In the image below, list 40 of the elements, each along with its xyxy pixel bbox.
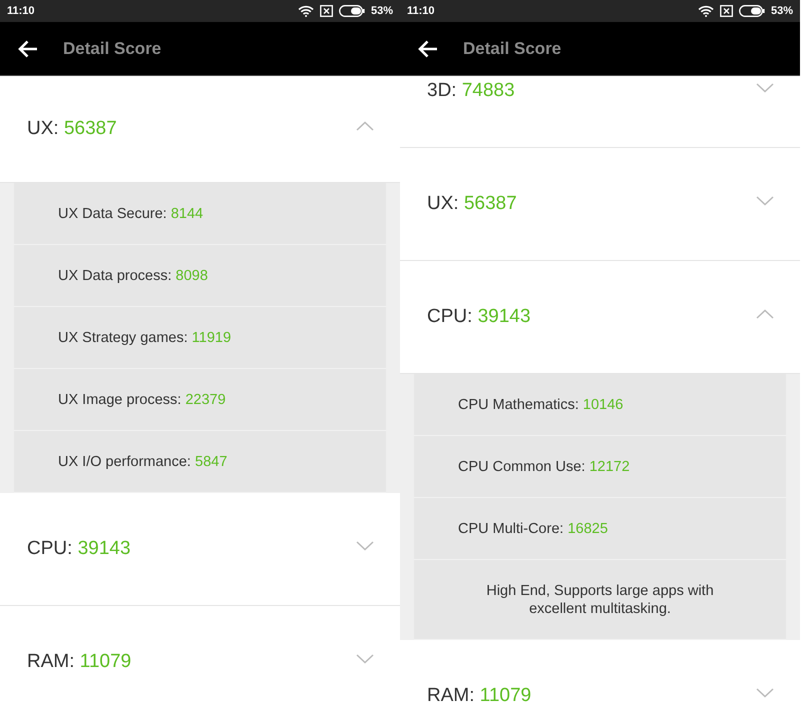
section-score: RAM: 11079: [427, 685, 532, 707]
subscore: UX Data process: 8098: [58, 268, 208, 284]
wifi-icon: [698, 5, 714, 17]
score-section[interactable]: RAM: 11079: [400, 640, 800, 709]
status-time: 11:10: [7, 5, 35, 17]
chevron-up-icon: [756, 309, 774, 319]
section-score: UX: 56387: [427, 193, 517, 215]
battery-percent: 53%: [370, 5, 393, 17]
status-time: 11:10: [407, 5, 435, 17]
section-score: CPU: 39143: [27, 538, 131, 560]
subscore: UX Data Secure: 8144: [58, 206, 204, 222]
section-score: 3D: 74883: [427, 80, 515, 102]
section-score: CPU: 39143: [427, 306, 531, 328]
screen-title: Detail Score: [63, 38, 162, 58]
wifi-icon: [298, 5, 314, 17]
score-section[interactable]: 3D: 74883: [400, 76, 800, 148]
subscore: UX Image process: 22379: [58, 392, 226, 408]
back-arrow-icon: [418, 40, 438, 58]
chevron-down-icon: [756, 83, 774, 93]
score-section[interactable]: UX: 56387: [400, 148, 800, 261]
chevron-down-icon: [356, 541, 374, 551]
sim-off-icon: [720, 5, 733, 17]
summary-text: High End, Supports large apps with excellent multitasking.: [485, 582, 715, 618]
subscore: UX Strategy games: 11919: [58, 330, 232, 346]
battery-icon: [738, 5, 765, 17]
subscore: CPU Mathematics: 10146: [458, 396, 624, 412]
section-score: UX: 56387: [27, 118, 117, 140]
section-score: RAM: 11079: [27, 651, 132, 673]
battery-percent: 53%: [770, 5, 793, 17]
battery-icon: [338, 5, 365, 17]
screen-title: Detail Score: [463, 38, 562, 58]
chevron-up-icon: [356, 121, 374, 131]
back-arrow-icon: [18, 40, 38, 58]
subscore: UX I/O performance: 5847: [58, 454, 228, 470]
sim-off-icon: [320, 5, 333, 17]
subscore: CPU Multi-Core: 16825: [458, 520, 608, 536]
chevron-down-icon: [756, 688, 774, 698]
subscore: CPU Common Use: 12172: [458, 458, 630, 474]
chevron-down-icon: [356, 654, 374, 664]
chevron-down-icon: [756, 196, 774, 206]
